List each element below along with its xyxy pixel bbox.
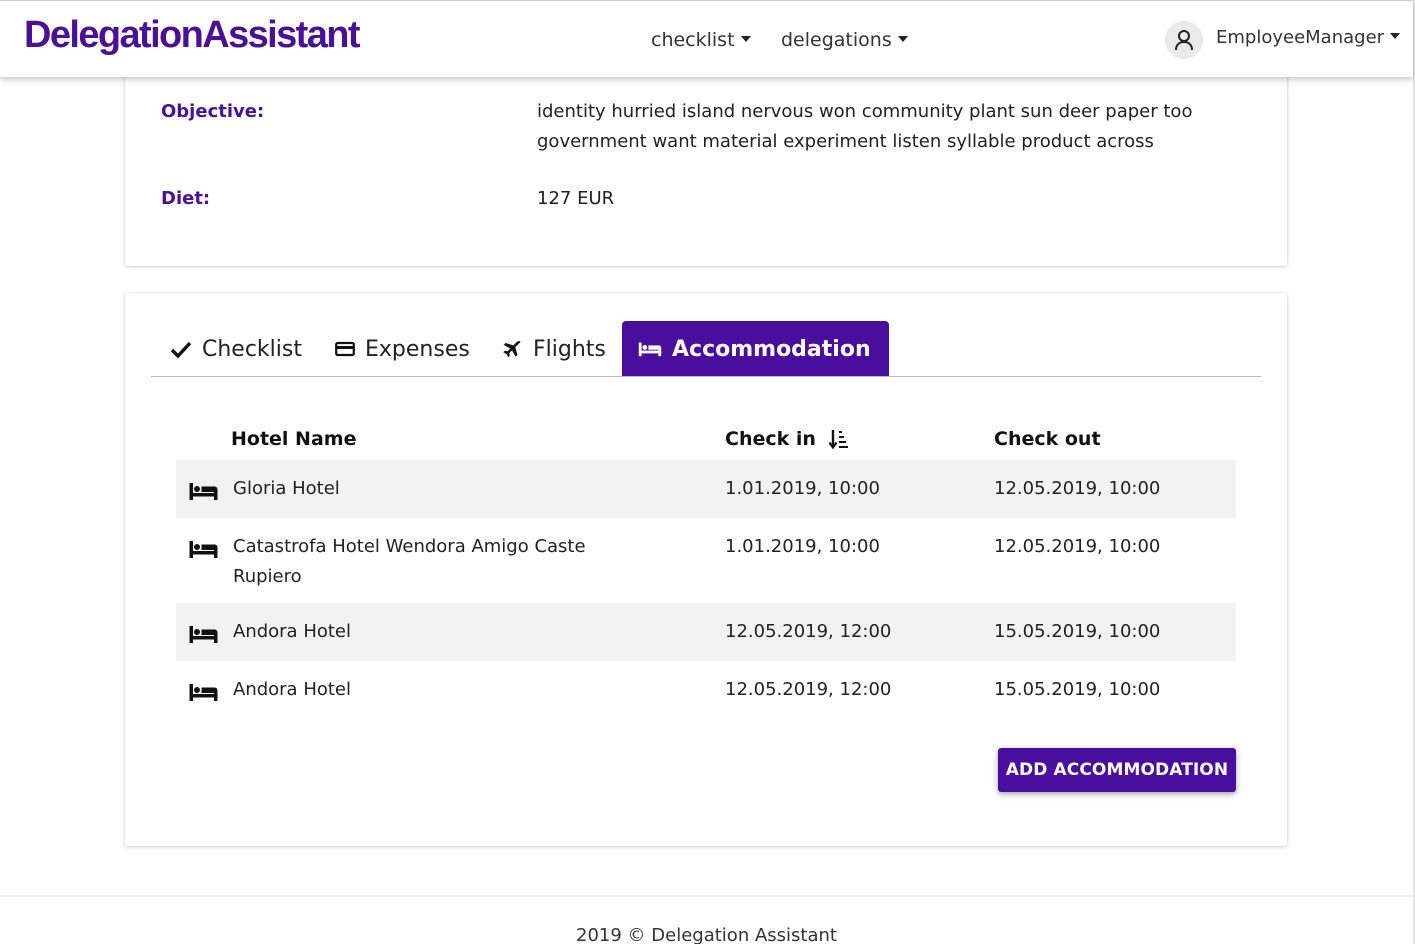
caret-down-icon [897,35,908,42]
check-in-cell: 12.05.2019, 12:00 [725,621,892,642]
tabs-divider [151,376,1261,377]
header-check-in[interactable]: Check in [725,428,850,450]
caret-down-icon [1390,33,1401,39]
page: DelegationAssistant checklist delegation… [0,0,1415,944]
tab-flights[interactable]: Flights [501,321,606,377]
diet-value: 127 EUR [537,188,615,209]
bed-icon [638,342,662,357]
hotel-name-cell: Andora Hotel [233,679,351,700]
navbar: DelegationAssistant checklist delegation… [0,0,1413,77]
tab-checklist[interactable]: Checklist [170,321,302,377]
bed-icon [189,541,218,558]
header-hotel-name[interactable]: Hotel Name [231,428,356,450]
hotel-name-cell: Catastrofa Hotel Wendora Amigo Caste [233,536,586,557]
tab-expenses[interactable]: Expenses [335,321,470,377]
header-check-out[interactable]: Check out [994,428,1101,450]
delegation-details-card [125,60,1287,266]
footer-divider [0,895,1413,897]
diet-label: Diet: [161,188,211,209]
tab-checklist-label: Checklist [202,336,302,362]
footer-copyright: 2019 © Delegation Assistant [576,925,837,944]
check-in-cell: 1.01.2019, 10:00 [725,536,880,557]
caret-down-icon [740,35,751,42]
check-icon [170,341,192,358]
nav-checklist-label: checklist [651,29,735,51]
bed-icon [189,626,218,643]
tab-flights-label: Flights [533,336,606,362]
hotel-name-cell: Andora Hotel [233,621,351,642]
objective-label: Objective: [161,101,265,122]
user-menu-dropdown[interactable]: EmployeeManager [1216,27,1401,48]
header-check-in-label: Check in [725,428,816,450]
objective-value-line1: identity hurried island nervous won comm… [537,101,1193,122]
nav-delegations-dropdown[interactable]: delegations [781,29,908,51]
user-name-label: EmployeeManager [1216,27,1385,48]
nav-checklist-dropdown[interactable]: checklist [651,29,751,51]
plane-icon [503,341,521,358]
check-out-cell: 15.05.2019, 10:00 [994,621,1161,642]
bed-icon [189,483,218,500]
user-icon [1175,30,1193,51]
hotel-name-cell-continued: Rupiero [233,566,302,587]
check-in-cell: 1.01.2019, 10:00 [725,478,880,499]
user-avatar[interactable] [1165,21,1203,59]
add-accommodation-button[interactable]: ADD ACCOMMODATION [998,748,1236,792]
tab-expenses-label: Expenses [365,336,470,362]
tab-accommodation-label: Accommodation [672,336,871,362]
objective-value-line2: government want material experiment list… [537,131,1154,152]
hotel-name-cell: Gloria Hotel [233,478,340,499]
check-in-cell: 12.05.2019, 12:00 [725,679,892,700]
credit-card-icon [335,341,355,357]
tab-accommodation[interactable]: Accommodation [622,321,889,377]
sort-ascending-icon[interactable] [828,428,850,450]
check-out-cell: 12.05.2019, 10:00 [994,536,1161,557]
brand-logo[interactable]: DelegationAssistant [24,14,361,57]
check-out-cell: 12.05.2019, 10:00 [994,478,1161,499]
check-out-cell: 15.05.2019, 10:00 [994,679,1161,700]
nav-delegations-label: delegations [781,29,892,51]
bed-icon [189,684,218,701]
